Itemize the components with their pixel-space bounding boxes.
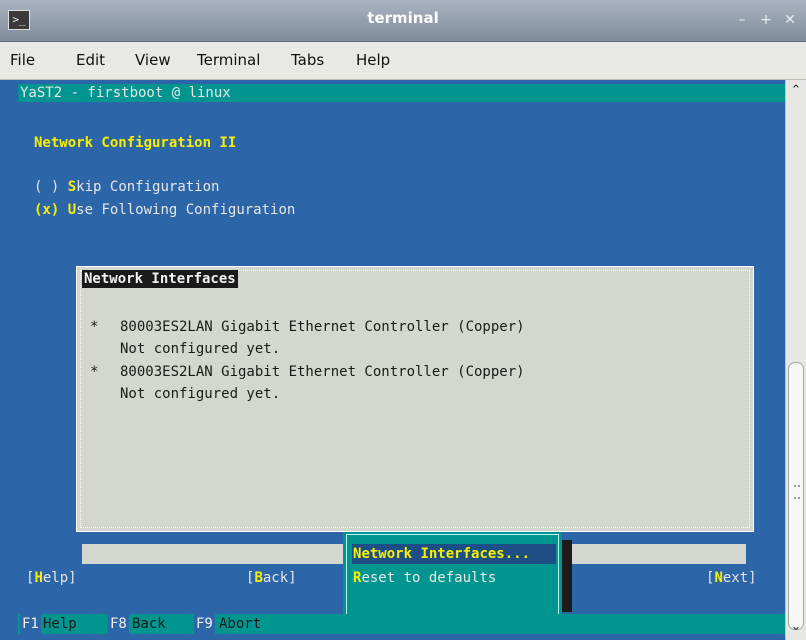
menu-terminal[interactable]: Terminal xyxy=(197,51,260,69)
back-button[interactable]: [Back] xyxy=(246,569,297,587)
radio-label: kip Configuration xyxy=(76,179,220,195)
hotkey-letter: H xyxy=(34,570,43,586)
popup-item-label: eset to defaults xyxy=(361,570,497,586)
interface-status: Not configured yet. xyxy=(120,341,281,357)
yast-header-bar: YaST2 - firstboot @ linux xyxy=(18,84,785,102)
interface-name: 80003ES2LAN Gigabit Ethernet Controller … xyxy=(120,364,525,380)
button-row-fill xyxy=(82,544,344,564)
radio-mark: ( ) xyxy=(34,179,60,195)
interface-bullet: * xyxy=(90,364,99,380)
f1-key[interactable]: F1 xyxy=(20,614,41,634)
interface-bullet: * xyxy=(90,319,99,335)
hotkey-letter: N xyxy=(714,570,723,586)
menu-tabs[interactable]: Tabs xyxy=(291,51,324,69)
window-title: terminal xyxy=(367,9,439,27)
interface-name: 80003ES2LAN Gigabit Ethernet Controller … xyxy=(120,319,525,335)
hotkey-letter: S xyxy=(67,179,77,195)
f1-label[interactable]: Help xyxy=(43,614,77,634)
interface-status: Not configured yet. xyxy=(120,386,281,402)
menu-help[interactable]: Help xyxy=(356,51,390,69)
scrollbar-grip-icon xyxy=(794,485,800,499)
f8-key[interactable]: F8 xyxy=(108,614,129,634)
minimize-button[interactable]: – xyxy=(732,11,752,29)
close-button[interactable]: ✕ xyxy=(780,11,800,29)
radio-skip-configuration[interactable]: ( ) Skip Configuration xyxy=(34,178,219,196)
radio-label: se Following Configuration xyxy=(76,202,296,218)
menu-file[interactable]: File xyxy=(10,51,35,69)
yast-header-text: YaST2 - firstboot @ linux xyxy=(20,85,231,101)
scrollbar-thumb[interactable] xyxy=(788,362,804,630)
popup-item-network-interfaces[interactable]: Network Interfaces... xyxy=(353,544,530,564)
radio-use-following-configuration[interactable]: (x) Use Following Configuration xyxy=(34,201,295,219)
button-row-fill xyxy=(570,544,746,564)
popup-item-reset-to-defaults[interactable]: Reset to defaults xyxy=(353,568,496,588)
scroll-up-arrow-icon[interactable]: ⌃ xyxy=(786,83,806,101)
f9-label[interactable]: Abort xyxy=(219,614,261,634)
menu-edit[interactable]: Edit xyxy=(76,51,105,69)
scroll-down-arrow-icon[interactable]: ⌄ xyxy=(786,619,806,637)
window-titlebar[interactable]: >_ terminal – + ✕ xyxy=(0,0,806,42)
network-interfaces-title: Network Interfaces xyxy=(82,270,238,288)
hotkey-letter: U xyxy=(67,202,77,218)
maximize-button[interactable]: + xyxy=(756,11,776,29)
menu-bar: File Edit View Terminal Tabs Help xyxy=(0,42,806,80)
popup-item-label: etwork Interfaces... xyxy=(361,546,531,562)
help-button[interactable]: [Help] xyxy=(26,569,77,587)
hotkey-letter: B xyxy=(254,570,263,586)
popup-shadow xyxy=(562,540,572,612)
dialog-title: Network Configuration II xyxy=(34,135,237,151)
f8-label[interactable]: Back xyxy=(132,614,166,634)
terminal-scrollbar[interactable]: ⌃ ⌄ xyxy=(785,80,806,640)
f9-key[interactable]: F9 xyxy=(194,614,215,634)
radio-mark: (x) xyxy=(34,202,60,218)
next-button[interactable]: [Next] xyxy=(706,569,757,587)
menu-view[interactable]: View xyxy=(135,51,171,69)
